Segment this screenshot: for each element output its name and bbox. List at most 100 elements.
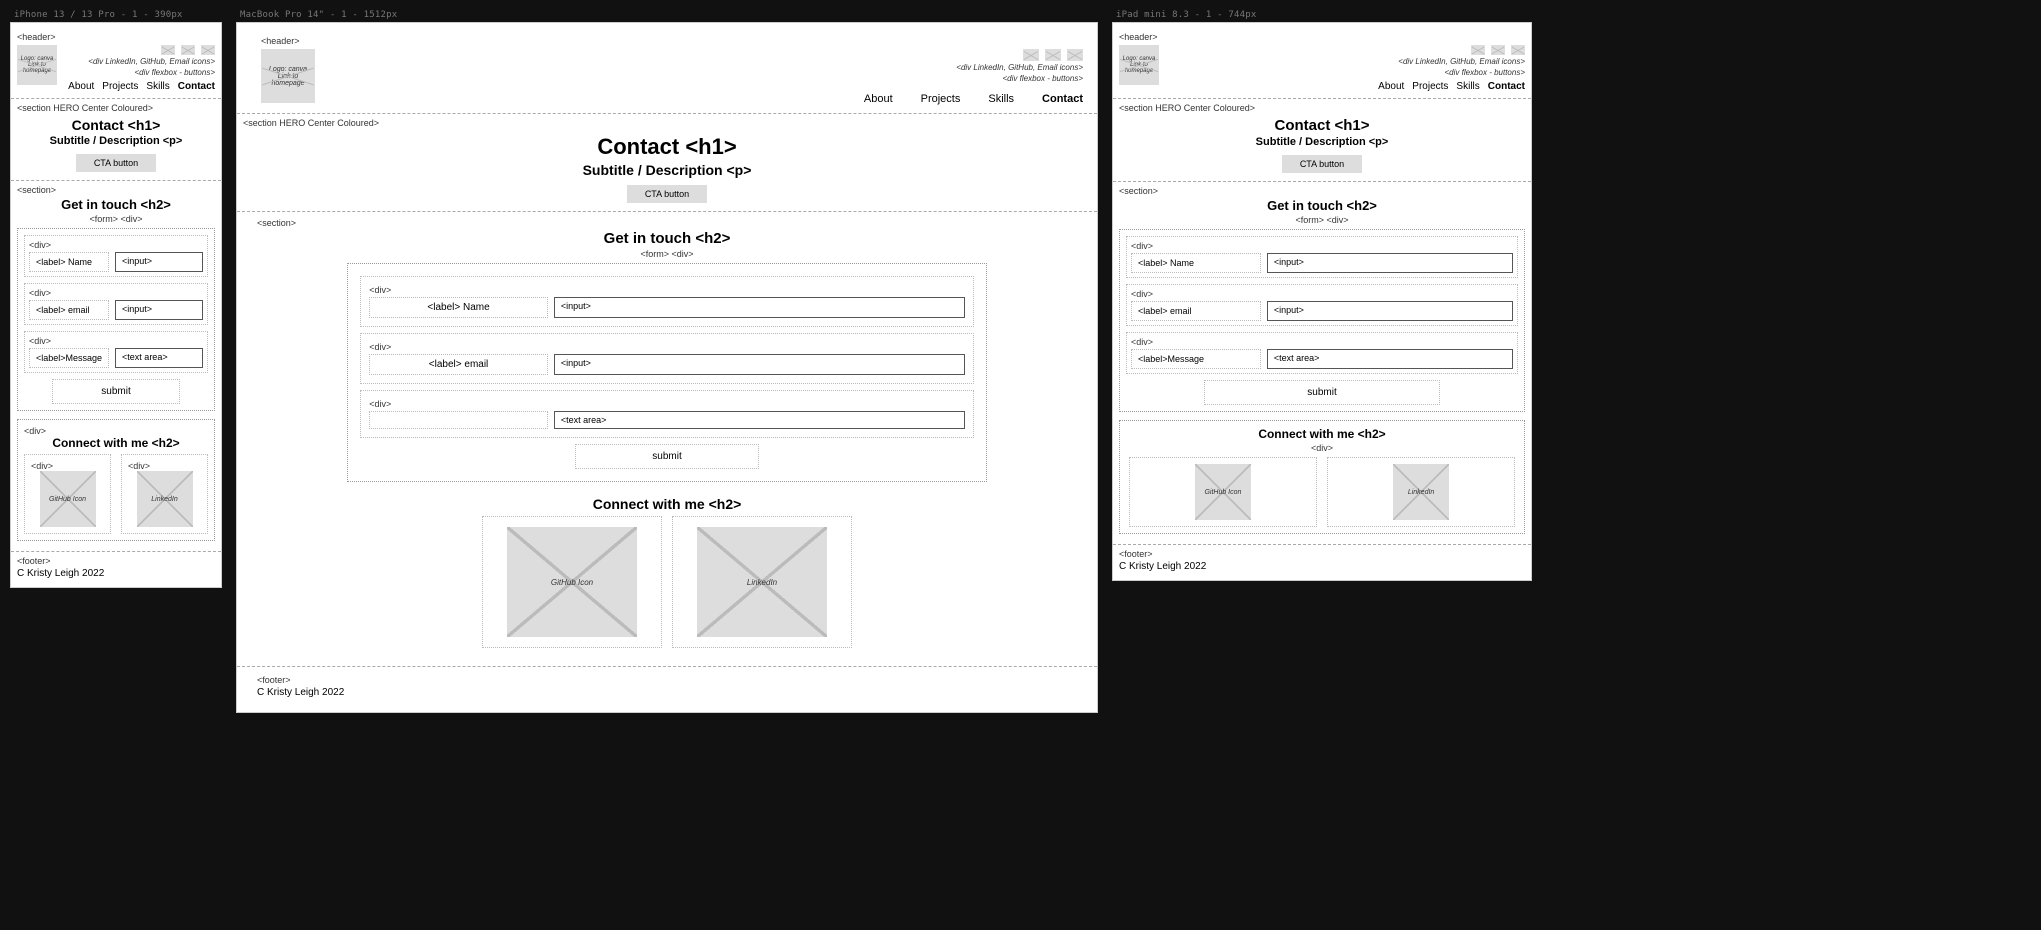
section-tag: <section> [17, 185, 215, 195]
email-icon[interactable] [201, 45, 215, 55]
nav-skills[interactable]: Skills [1456, 81, 1479, 92]
linkedin-label: LinkedIn [747, 578, 777, 587]
div-tag: <div> [369, 342, 965, 352]
nav-about[interactable]: About [1378, 81, 1404, 92]
nav-projects[interactable]: Projects [1412, 81, 1448, 92]
textarea-message[interactable]: <text area> [554, 411, 965, 429]
cta-button[interactable]: CTA button [76, 154, 156, 172]
linkedin-icon[interactable] [161, 45, 175, 55]
input-name[interactable]: <input> [1267, 253, 1513, 273]
linkedin-icon-img: LinkedIn [697, 527, 827, 637]
card-linkedin[interactable]: LinkedIn [1327, 457, 1515, 527]
social-div-tag: <div LinkedIn, GitHub, Email icons> [864, 63, 1083, 72]
form-box: <div> <label> Name <input> <div> <label>… [17, 228, 215, 411]
form-div-tag: <form> <div> [17, 214, 215, 224]
header-tag: <header> [17, 32, 56, 42]
logo-text: Logo: canva Link to homepage [1121, 56, 1157, 74]
github-label: GitHub Icon [1204, 489, 1241, 496]
submit-button[interactable]: submit [575, 444, 759, 469]
form-section: <section> Get in touch <h2> <form> <div>… [1113, 182, 1531, 544]
row-name: <div> <label> Name <input> [24, 235, 208, 277]
label-message: <label>Message [1131, 349, 1261, 369]
card-github[interactable]: GitHub Icon [482, 516, 662, 648]
linkedin-icon-img: LinkedIn [1393, 464, 1449, 520]
row-email: <div> <label> email <input> [24, 283, 208, 325]
input-name[interactable]: <input> [554, 297, 965, 318]
textarea-message[interactable]: <text area> [1267, 349, 1513, 369]
github-icon-img: GitHub Icon [40, 471, 96, 527]
label-name: <label> Name [29, 252, 109, 272]
label-email: <label> email [1131, 301, 1261, 321]
footer-tag: <footer> [17, 556, 215, 566]
div-tag: <div> [369, 285, 965, 295]
github-icon[interactable] [1491, 45, 1505, 55]
div-tag: <div> [369, 399, 965, 409]
div-tag: <div> [29, 336, 203, 346]
email-icon[interactable] [1067, 49, 1083, 61]
cta-button[interactable]: CTA button [1282, 155, 1362, 173]
footer-copy: C Kristy Leigh 2022 [17, 568, 215, 579]
div-tag: <div> [128, 461, 150, 471]
div-tag: <div> [1131, 337, 1513, 347]
frame-label-desktop: MacBook Pro 14" - 1 - 1512px [240, 10, 1098, 20]
card-linkedin[interactable]: <div> LinkedIn [121, 454, 208, 534]
email-icon[interactable] [1511, 45, 1525, 55]
nav-skills[interactable]: Skills [988, 93, 1014, 105]
connect-h2: Connect with me <h2> [24, 436, 208, 450]
github-label: GitHub Icon [49, 496, 86, 503]
input-email[interactable]: <input> [1267, 301, 1513, 321]
logo[interactable]: Logo: canva Link to homepage [1119, 45, 1159, 85]
logo[interactable]: Logo: canva Link to homepage [261, 49, 315, 103]
nav-projects[interactable]: Projects [921, 93, 961, 105]
page-title: Contact <h1> [1119, 117, 1525, 134]
frame-label-tablet: iPad mini 8.3 - 1 - 744px [1116, 10, 1532, 20]
linkedin-icon[interactable] [1471, 45, 1485, 55]
nav-contact[interactable]: Contact [178, 81, 215, 92]
cta-button[interactable]: CTA button [627, 185, 707, 203]
footer: <footer> C Kristy Leigh 2022 [1113, 544, 1531, 580]
nav-skills[interactable]: Skills [146, 81, 169, 92]
input-name[interactable]: <input> [115, 252, 203, 272]
nav-contact[interactable]: Contact [1042, 93, 1083, 105]
nav-div-tag: <div flexbox - buttons> [68, 68, 215, 77]
submit-button[interactable]: submit [52, 379, 181, 404]
hero-subtitle: Subtitle / Description <p> [17, 135, 215, 147]
label-name: <label> Name [369, 297, 548, 318]
card-github[interactable]: GitHub Icon [1129, 457, 1317, 527]
nav-about[interactable]: About [864, 93, 893, 105]
card-github[interactable]: <div> GitHub Icon [24, 454, 111, 534]
form-h2: Get in touch <h2> [257, 230, 1077, 247]
input-email[interactable]: <input> [554, 354, 965, 375]
input-email[interactable]: <input> [115, 300, 203, 320]
footer: <footer> C Kristy Leigh 2022 [237, 666, 1097, 712]
connect-section: Connect with me <h2> <div> GitHub Icon L… [1119, 420, 1525, 534]
tablet-frame: <header> Logo: canva Link to homepage <d… [1112, 22, 1532, 581]
label-message: <label>Message [29, 348, 109, 368]
hero-tag: <section HERO Center Coloured> [1119, 103, 1525, 113]
frame-label-mobile: iPhone 13 / 13 Pro - 1 - 390px [14, 10, 222, 20]
form-box: <div> <label> Name <input> <div> <label>… [347, 263, 987, 482]
card-linkedin[interactable]: LinkedIn [672, 516, 852, 648]
linkedin-icon[interactable] [1023, 49, 1039, 61]
textarea-message[interactable]: <text area> [115, 348, 203, 368]
hero-tag: <section HERO Center Coloured> [243, 118, 1091, 128]
row-message: <div> <text area> [360, 390, 974, 438]
label-email: <label> email [369, 354, 548, 375]
connect-section: <div> Connect with me <h2> <div> GitHub … [17, 419, 215, 541]
nav-contact[interactable]: Contact [1488, 81, 1525, 92]
github-icon-img: GitHub Icon [507, 527, 637, 637]
div-tag: <div> [24, 426, 208, 436]
nav-about[interactable]: About [68, 81, 94, 92]
nav-projects[interactable]: Projects [102, 81, 138, 92]
page-title: Contact <h1> [17, 117, 215, 133]
form-div-tag: <form> <div> [257, 249, 1077, 259]
connect-section: Connect with me <h2> GitHub Icon LinkedI… [257, 490, 1077, 654]
github-icon[interactable] [1045, 49, 1061, 61]
logo[interactable]: Logo: canva Link to homepage [17, 45, 57, 85]
header: <header> Logo: canva Link to homepage <d… [11, 23, 221, 99]
github-icon[interactable] [181, 45, 195, 55]
submit-button[interactable]: submit [1204, 380, 1439, 405]
github-icon-img: GitHub Icon [1195, 464, 1251, 520]
linkedin-label: LinkedIn [1408, 489, 1434, 496]
mobile-frame: <header> Logo: canva Link to homepage <d… [10, 22, 222, 588]
